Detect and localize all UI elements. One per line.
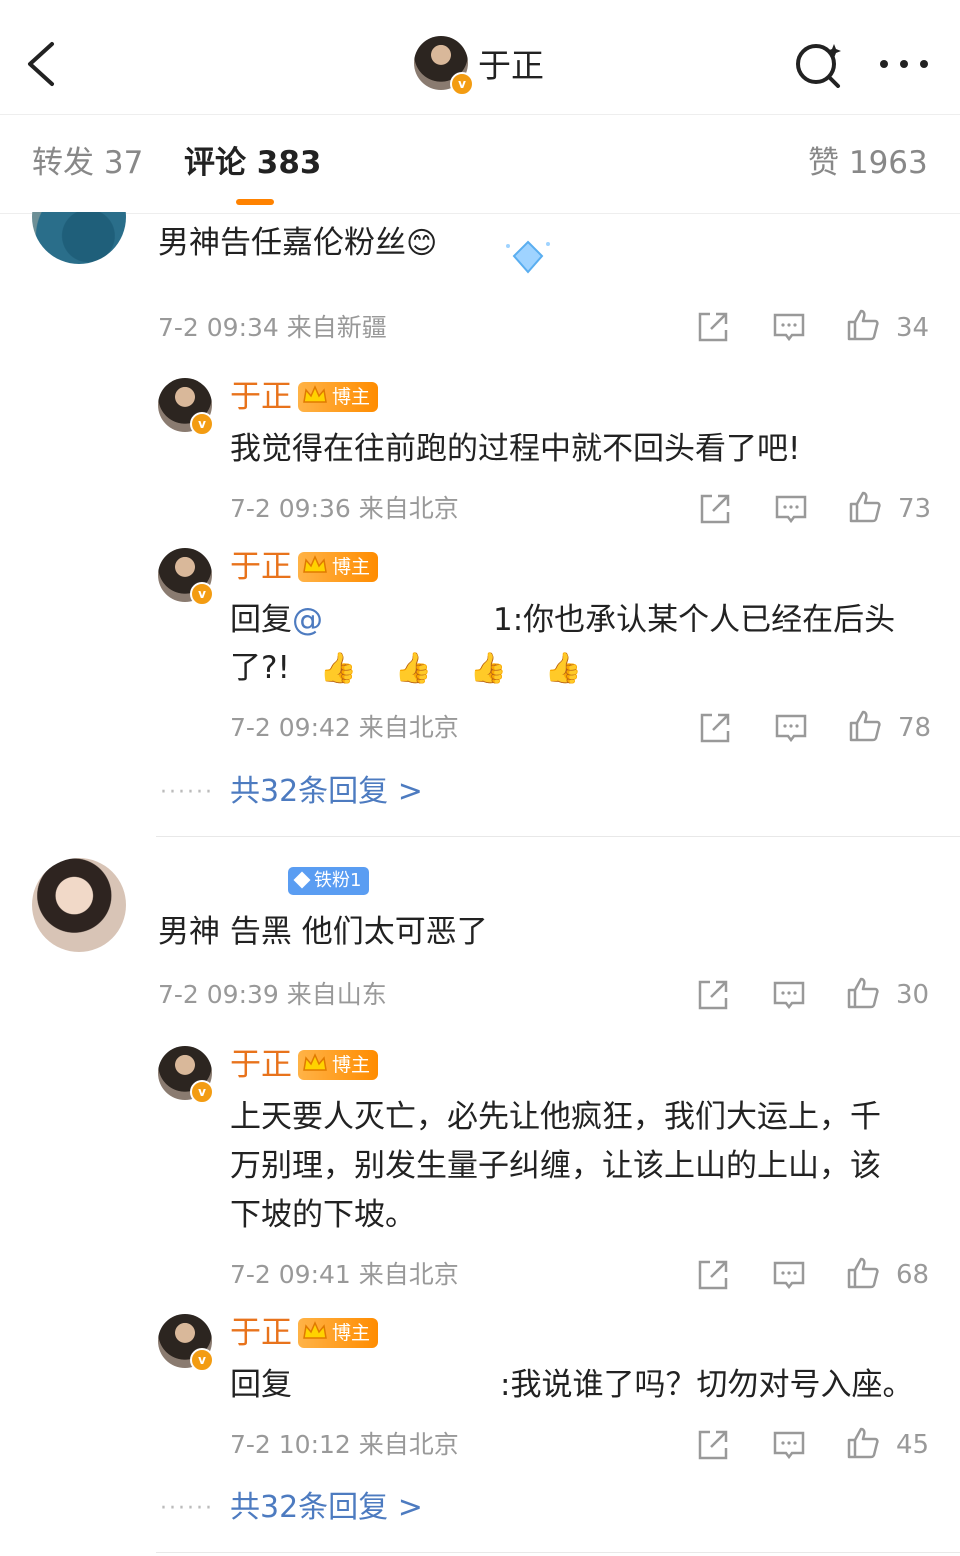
reply-text-line3: 下坡的下坡。 (230, 1197, 416, 1233)
replies-dots: ······ (160, 1496, 214, 1521)
reply-meta: 7-2 09:41 来自北京 (230, 1260, 459, 1289)
reply-text: 上天要人灭亡，必先让他疯狂，我们大运上，千 (230, 1099, 881, 1135)
like-count: 73 (898, 494, 932, 524)
like-icon[interactable] (848, 709, 882, 743)
share-icon[interactable] (696, 310, 730, 344)
verified-badge: v (450, 72, 474, 96)
thread-divider (156, 1552, 960, 1553)
like-icon[interactable] (848, 490, 882, 524)
active-tab-indicator (236, 199, 274, 205)
smile-emoji: 😊 (406, 226, 438, 261)
reply-avatar[interactable]: v (158, 1046, 214, 1104)
comment-icon[interactable] (774, 492, 808, 526)
tab-comments[interactable]: 评论 383 (184, 141, 322, 185)
like-count: 30 (896, 980, 930, 1010)
like-count: 45 (896, 1430, 930, 1460)
diamond-icon (506, 240, 550, 274)
like-count: 68 (896, 1260, 930, 1290)
thumbs-up-emojis: 👍 👍 👍 👍 (319, 651, 596, 686)
author-badge: 博主 (298, 1318, 379, 1348)
back-icon[interactable] (22, 40, 62, 88)
comment-icon[interactable] (772, 310, 806, 344)
fan-badge: 铁粉1 (288, 867, 370, 895)
reply-meta: 7-2 09:36 来自北京 (230, 494, 459, 523)
comment-icon[interactable] (772, 1428, 806, 1462)
reply-username[interactable]: 于正 (230, 546, 292, 588)
share-icon[interactable] (696, 1258, 730, 1292)
search-icon[interactable] (794, 40, 846, 88)
verified-badge: v (190, 1080, 214, 1104)
reply-text: 我觉得在往前跑的过程中就不回头看了吧! (230, 431, 801, 467)
like-icon[interactable] (846, 1256, 880, 1290)
comment-icon[interactable] (772, 1258, 806, 1292)
crown-icon (303, 1053, 327, 1071)
comment-icon[interactable] (772, 978, 806, 1012)
header-username[interactable]: 于正 (478, 44, 544, 88)
comment-text: 男神告任嘉伦粉丝😊 (158, 218, 437, 269)
like-icon[interactable] (846, 976, 880, 1010)
crown-icon (303, 385, 327, 403)
thread-divider (156, 836, 960, 837)
crown-icon (303, 555, 327, 573)
comment-icon[interactable] (774, 711, 808, 745)
diamond-icon (293, 871, 311, 889)
reply-text: 回复:我说谁了吗？切勿对号入座。 (230, 1367, 914, 1403)
more-icon[interactable] (878, 56, 930, 72)
like-count: 34 (896, 313, 930, 343)
tab-bar: 转发 37 评论 383 赞 1963 (0, 114, 960, 214)
view-all-replies-link[interactable]: 共32条回复 > (230, 771, 423, 813)
author-badge: 博主 (298, 552, 379, 582)
crown-icon (303, 1321, 327, 1339)
verified-badge: v (190, 1348, 214, 1372)
reply-text-line2: 万别理，别发生量子纠缠，让该上山的上山，该 (230, 1148, 881, 1184)
reply-username[interactable]: 于正 (230, 376, 292, 418)
reply-username[interactable]: 于正 (230, 1312, 292, 1354)
tab-likes[interactable]: 赞 1963 (808, 141, 928, 185)
reply-meta: 7-2 10:12 来自北京 (230, 1430, 459, 1459)
top-bar: v 于正 (0, 0, 960, 114)
tab-reposts[interactable]: 转发 37 (32, 141, 143, 185)
verified-badge: v (190, 582, 214, 606)
like-icon[interactable] (846, 308, 880, 342)
reply-avatar[interactable]: v (158, 548, 214, 606)
commenter-avatar[interactable] (32, 858, 126, 952)
reply-meta: 7-2 09:42 来自北京 (230, 713, 459, 742)
reply-avatar[interactable]: v (158, 378, 214, 436)
reply-text: 回复@ 1:你也承认某个人已经在后头 (230, 602, 896, 638)
share-icon[interactable] (696, 978, 730, 1012)
comment-meta: 7-2 09:34 来自新疆 (158, 313, 387, 342)
share-icon[interactable] (696, 1428, 730, 1462)
share-icon[interactable] (698, 711, 732, 745)
reply-text-line2: 了?! 👍 👍 👍 👍 (230, 643, 596, 694)
like-icon[interactable] (846, 1426, 880, 1460)
reply-username[interactable]: 于正 (230, 1044, 292, 1086)
share-icon[interactable] (698, 492, 732, 526)
reply-avatar[interactable]: v (158, 1314, 214, 1372)
author-badge: 博主 (298, 1050, 379, 1080)
author-badge: 博主 (298, 382, 379, 412)
verified-badge: v (190, 412, 214, 436)
comment-text: 男神 告黑 他们太可恶了 (158, 914, 488, 950)
header-avatar[interactable]: v (414, 36, 474, 96)
like-count: 78 (898, 713, 932, 743)
replies-dots: ······ (160, 780, 214, 805)
comment-meta: 7-2 09:39 来自山东 (158, 980, 387, 1009)
view-all-replies-link[interactable]: 共32条回复 > (230, 1487, 423, 1529)
mention-link[interactable]: @ (292, 602, 323, 638)
